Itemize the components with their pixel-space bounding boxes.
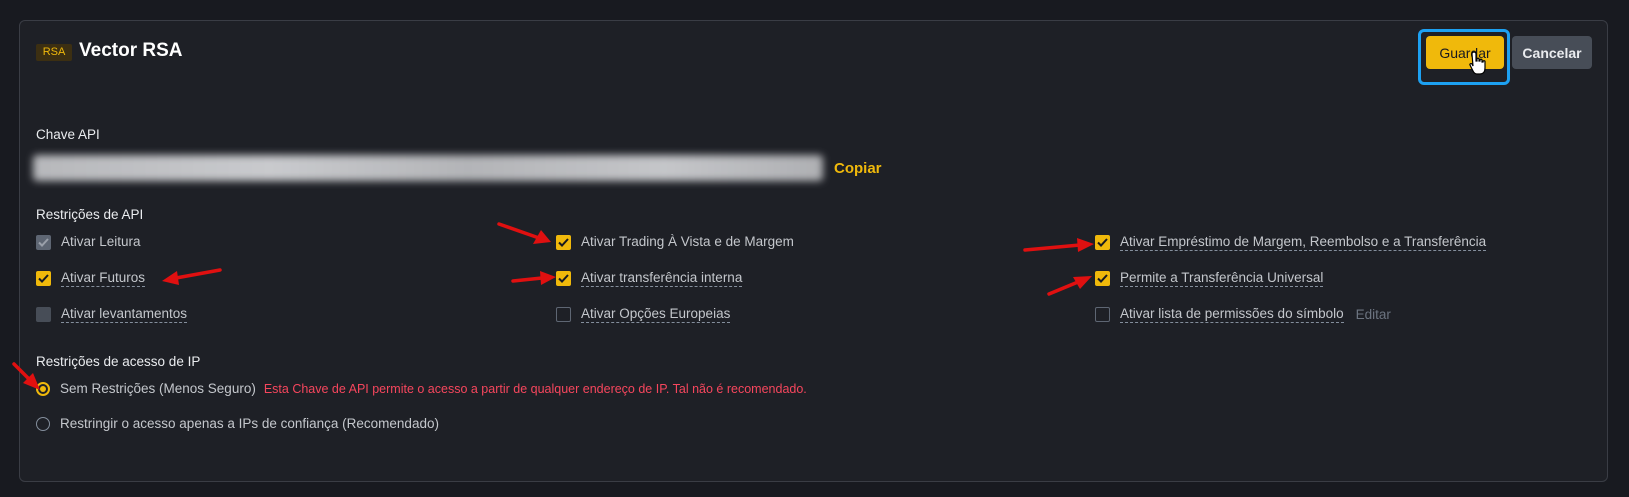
checkbox-unchecked-disabled[interactable] bbox=[36, 307, 51, 322]
option-label: Ativar Opções Europeias bbox=[581, 306, 731, 323]
option-margin-loan[interactable]: Ativar Empréstimo de Margem, Reembolso e… bbox=[1095, 234, 1487, 251]
radio-unselected[interactable] bbox=[36, 417, 50, 431]
api-key-label: Chave API bbox=[36, 127, 100, 142]
api-restrictions-label: Restrições de API bbox=[36, 207, 144, 222]
api-key-panel bbox=[19, 20, 1608, 482]
page-title: Vector RSA bbox=[79, 40, 183, 61]
option-withdrawals[interactable]: Ativar levantamentos bbox=[36, 306, 188, 323]
option-label: Ativar lista de permissões do símbolo bbox=[1120, 306, 1344, 323]
annotation-arrow-icon bbox=[1023, 238, 1094, 252]
option-label: Sem Restrições (Menos Seguro) bbox=[60, 381, 256, 396]
checkbox-checked[interactable] bbox=[36, 271, 51, 286]
annotation-arrow-icon bbox=[1047, 276, 1092, 296]
annotation-arrow-icon bbox=[162, 268, 222, 285]
edit-whitelist-link[interactable]: Editar bbox=[1356, 307, 1391, 322]
checkbox-unchecked[interactable] bbox=[556, 307, 571, 322]
checkbox-checked[interactable] bbox=[1095, 271, 1110, 286]
option-spot-margin-trading[interactable]: Ativar Trading À Vista e de Margem bbox=[556, 234, 794, 250]
checkbox-unchecked[interactable] bbox=[1095, 307, 1110, 322]
key-type-badge: RSA bbox=[36, 44, 72, 61]
copy-button[interactable]: Copiar bbox=[834, 160, 882, 177]
option-universal-transfer[interactable]: Permite a Transferência Universal bbox=[1095, 270, 1324, 287]
hand-cursor-icon bbox=[1469, 51, 1486, 75]
option-read[interactable]: Ativar Leitura bbox=[36, 234, 141, 250]
ip-option-trusted-only[interactable]: Restringir o acesso apenas a IPs de conf… bbox=[36, 416, 439, 432]
option-symbol-whitelist[interactable]: Ativar lista de permissões do símbolo Ed… bbox=[1095, 306, 1391, 323]
option-label: Restringir o acesso apenas a IPs de conf… bbox=[60, 416, 439, 431]
option-european-options[interactable]: Ativar Opções Europeias bbox=[556, 306, 731, 323]
ip-option-unrestricted[interactable]: Sem Restrições (Menos Seguro) Esta Chave… bbox=[36, 381, 807, 397]
annotation-arrow-icon bbox=[497, 222, 551, 244]
checkbox-checked-disabled[interactable] bbox=[36, 234, 51, 250]
cancel-button[interactable]: Cancelar bbox=[1512, 36, 1592, 69]
ip-restrictions-label: Restrições de acesso de IP bbox=[36, 354, 201, 369]
option-label: Ativar transferência interna bbox=[581, 270, 743, 287]
option-label: Ativar Leitura bbox=[61, 234, 141, 249]
checkbox-checked[interactable] bbox=[556, 234, 571, 250]
option-label: Ativar Trading À Vista e de Margem bbox=[581, 234, 794, 249]
option-label: Ativar Futuros bbox=[61, 270, 146, 287]
annotation-arrow-icon bbox=[12, 362, 40, 390]
option-label: Permite a Transferência Universal bbox=[1120, 270, 1324, 287]
option-internal-transfer[interactable]: Ativar transferência interna bbox=[556, 270, 743, 287]
option-futures[interactable]: Ativar Futuros bbox=[36, 270, 146, 287]
ip-warning-text: Esta Chave de API permite o acesso a par… bbox=[263, 382, 807, 396]
option-label: Ativar Empréstimo de Margem, Reembolso e… bbox=[1120, 234, 1487, 251]
api-key-value-blurred bbox=[33, 155, 823, 181]
option-label: Ativar levantamentos bbox=[61, 306, 188, 323]
annotation-arrow-icon bbox=[511, 271, 556, 285]
save-button[interactable]: Guardar bbox=[1426, 36, 1504, 69]
